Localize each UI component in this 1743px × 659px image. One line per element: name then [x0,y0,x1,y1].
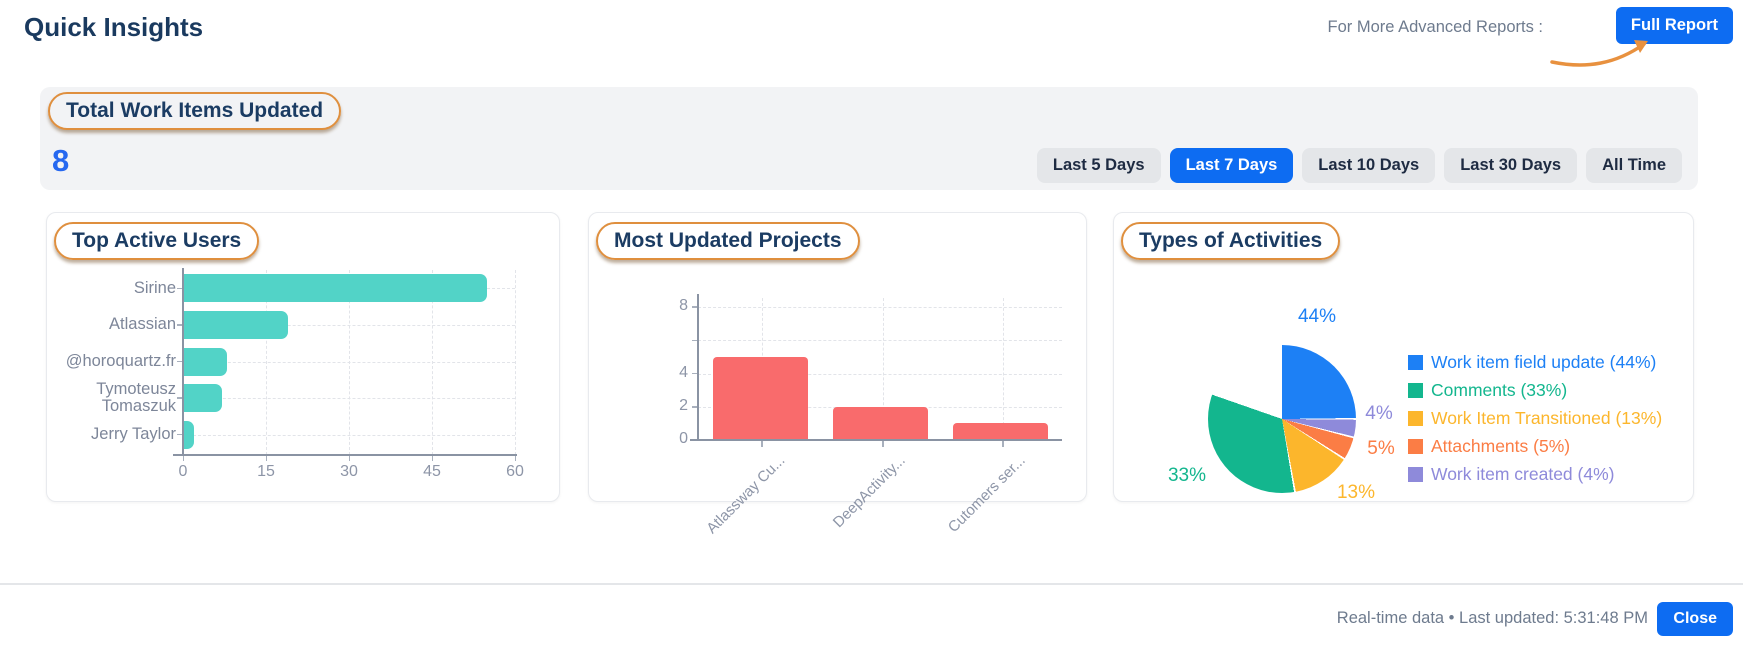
page-title: Quick Insights [24,12,203,43]
bar-jerry-taylor [183,421,194,449]
legend-swatch-icon [1408,467,1423,482]
x-tick-label: 60 [495,463,535,481]
legend-label: Comments (33%) [1431,380,1567,401]
x-tick-mark [882,440,884,447]
legend-item-work-item-transitioned[interactable]: Work Item Transitioned (13%) [1408,408,1662,429]
x-tick-mark [761,440,763,447]
legend-swatch-icon [1408,355,1423,370]
pie-callout-comments: 33% [1157,465,1217,487]
x-tick-mark [1002,440,1004,447]
y-gridline [698,307,1062,308]
y-tick-label: 4 [652,364,688,382]
legend-label: Work item created (4%) [1431,464,1614,485]
pie-callout-work-item-transitioned: 13% [1326,482,1386,504]
close-button[interactable]: Close [1657,602,1733,636]
user-label: Sirine [56,271,176,305]
y-axis [697,294,699,441]
total-work-items-title: Total Work Items Updated [48,92,341,130]
legend-item-work-item-field-update[interactable]: Work item field update (44%) [1408,352,1656,373]
filter-last-7-days[interactable]: Last 7 Days [1170,148,1294,183]
legend-item-attachments[interactable]: Attachments (5%) [1408,436,1570,457]
bar-cutomers-ser- [953,423,1048,440]
bar-deepactivity- [833,407,928,440]
legend-item-comments[interactable]: Comments (33%) [1408,380,1567,401]
x-gridline [1003,298,1004,440]
bar-sirine [183,274,487,302]
pie-callout-work-item-created: 4% [1349,403,1409,425]
filter-last-30-days[interactable]: Last 30 Days [1444,148,1577,183]
filter-last-5-days[interactable]: Last 5 Days [1037,148,1161,183]
footer-divider [0,583,1743,585]
pie-chart [1208,345,1356,493]
legend-label: Work item field update (44%) [1431,352,1656,373]
row-gridline [183,398,515,399]
x-axis [173,454,517,456]
user-label: Tymoteusz Tomaszuk [56,381,176,415]
y-tick-label: 2 [652,397,688,415]
types-of-activities-title: Types of Activities [1121,222,1340,260]
last-updated-status: Real-time data • Last updated: 5:31:48 P… [1337,609,1648,628]
user-label: Jerry Taylor [56,418,176,452]
x-tick-label: 0 [163,463,203,481]
bar-atlassway-cu- [713,357,808,440]
y-gridline [698,340,1062,341]
quick-insights-dialog: Quick Insights For More Advanced Reports… [0,0,1743,659]
legend-swatch-icon [1408,383,1423,398]
legend-label: Work Item Transitioned (13%) [1431,408,1662,429]
y-tick-label: 8 [652,297,688,315]
bar-tymoteusz-tomaszuk [183,384,222,412]
pie-callout-work-item-field-update: 44% [1287,306,1347,328]
x-tick-label: 15 [246,463,286,481]
x-tick-label: 45 [412,463,452,481]
total-work-items-card: Total Work Items Updated 8 Last 5 DaysLa… [40,87,1698,190]
legend-swatch-icon [1408,411,1423,426]
row-gridline [183,435,515,436]
pie-callout-attachments: 5% [1351,438,1411,460]
bar--horoquartz-fr [183,348,227,376]
top-active-users-title: Top Active Users [54,222,259,260]
user-label: @horoquartz.fr [56,345,176,379]
filter-last-10-days[interactable]: Last 10 Days [1302,148,1435,183]
legend-label: Attachments (5%) [1431,436,1570,457]
legend-item-work-item-created[interactable]: Work item created (4%) [1408,464,1614,485]
time-filter-group: Last 5 Days Last 7 DaysLast 10 Days Last 3… [1037,148,1682,183]
x-tick-label: 30 [329,463,369,481]
legend-swatch-icon [1408,439,1423,454]
user-label: Atlassian [56,308,176,342]
filter-all-time[interactable]: All Time [1586,148,1682,183]
advanced-reports-note: For More Advanced Reports : [1327,18,1543,37]
total-work-items-value: 8 [52,143,69,179]
x-gridline [515,270,516,455]
x-axis [690,439,1062,441]
y-tick-label: 0 [652,430,688,448]
bar-atlassian [183,311,288,339]
curved-arrow-annotation-icon [1548,36,1658,70]
most-updated-projects-title: Most Updated Projects [596,222,860,260]
row-gridline [183,362,515,363]
y-axis [182,268,184,455]
